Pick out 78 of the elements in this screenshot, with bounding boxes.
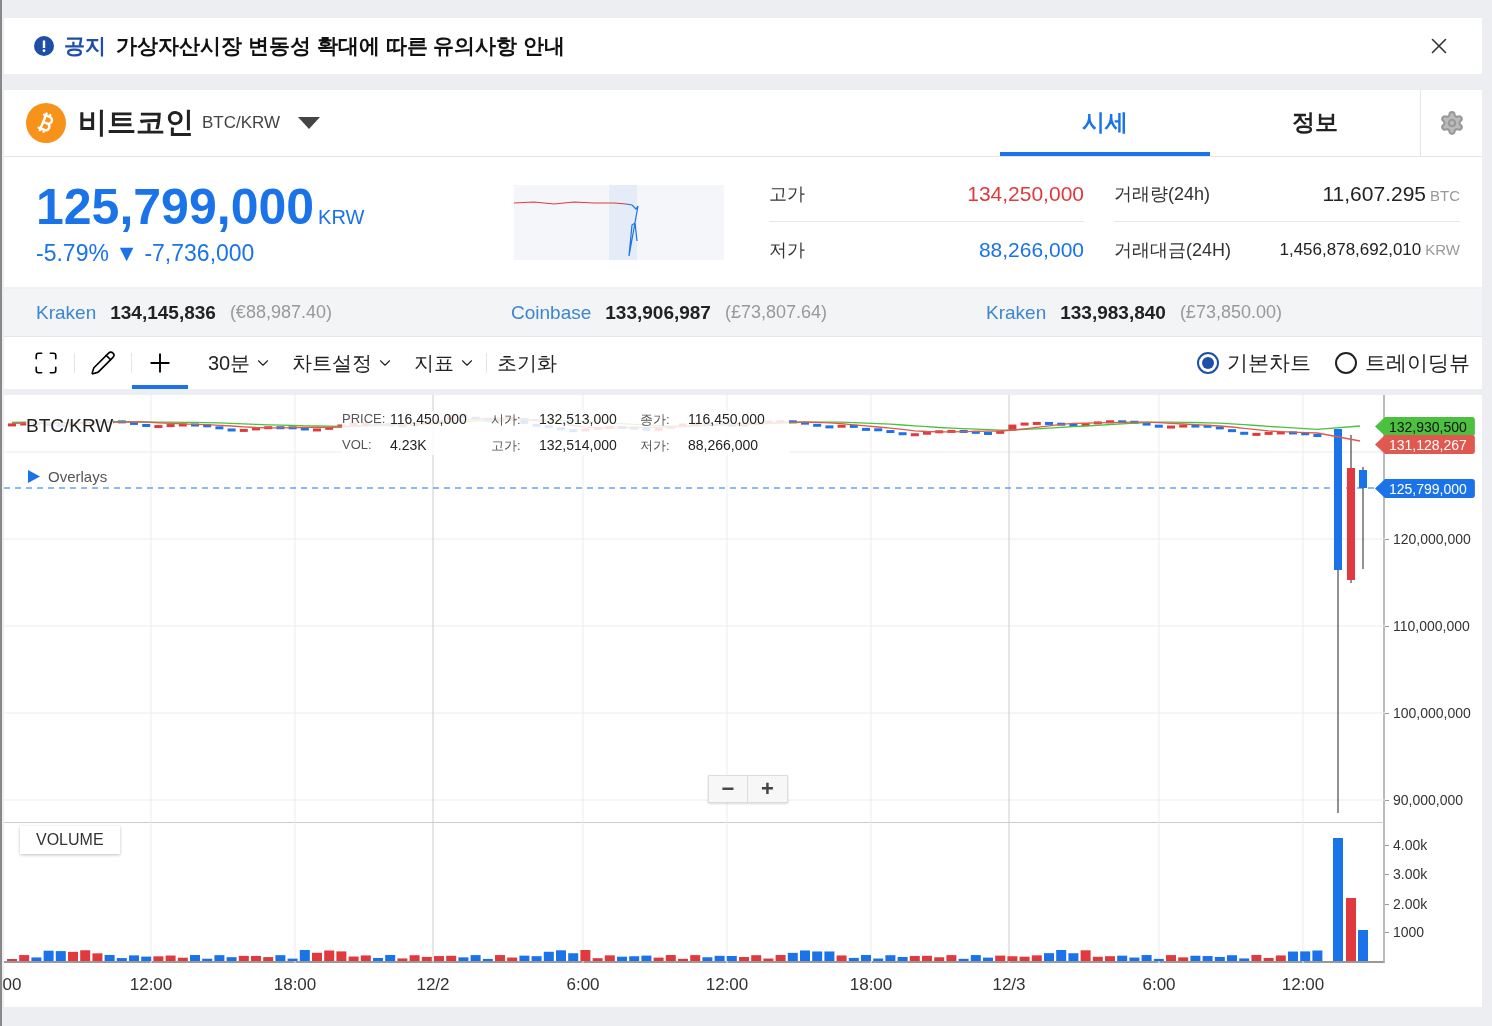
stat-label: 거래량(24h) [1114, 183, 1211, 206]
x-axis-label: 00 [2, 975, 22, 995]
x-axis-label: 6:00 [1142, 975, 1176, 995]
y-axis-label: 1000 [1393, 924, 1425, 940]
info-label: PRICE: [342, 411, 387, 428]
x-axis-label: 18:00 [273, 975, 317, 995]
x-axis-label: 12:00 [129, 975, 173, 995]
stat-unit: KRW [1425, 240, 1460, 258]
info-value: 132,514,000 [539, 437, 618, 455]
info-label: 시가: [491, 411, 522, 429]
x-axis-label: 12/3 [992, 975, 1026, 995]
x-axis-label: 12:00 [1281, 975, 1325, 995]
x-axis-label: 18:00 [849, 975, 893, 995]
exchange-price: 133,983,840 [1060, 301, 1166, 324]
dropdown-button[interactable]: 30분 [198, 337, 283, 389]
exchange-foreign-price: (£73,850.00) [1179, 302, 1282, 323]
view-radio[interactable]: 트레이딩뷰 [1323, 337, 1482, 389]
x-axis-label: 6:00 [566, 975, 600, 995]
zoom-button[interactable]: − [709, 776, 748, 802]
stat-value: 1,456,878,692,010 [1279, 239, 1422, 259]
price-tag: 125,799,000 [1375, 479, 1475, 498]
tab[interactable]: 시세 [1000, 90, 1210, 156]
x-axis-label: 12/2 [416, 975, 450, 995]
price-tag: 132,930,500 [1375, 417, 1475, 436]
radio-icon[interactable] [1197, 352, 1219, 374]
coin-pair: BTC/KRW [202, 113, 281, 133]
info-label: 고가: [491, 437, 522, 455]
y-axis-label: 100,000,000 [1393, 705, 1471, 721]
exchange-price: 134,145,836 [110, 301, 216, 324]
y-axis-label: 3.00k [1393, 866, 1428, 882]
y-axis-label: 4.00k [1393, 837, 1428, 853]
notice-label: 공지 [64, 33, 106, 59]
stat-value: 11,607.295 [1322, 182, 1426, 205]
fullscreen-icon [33, 350, 59, 376]
price-tag: 131,128,267 [1375, 435, 1475, 454]
stat-unit: BTC [1430, 187, 1460, 204]
stat-value: 134,250,000 [967, 182, 1084, 205]
bitcoin-logo-icon [26, 103, 66, 143]
coin-name: 비트코인 [78, 105, 194, 140]
zoom-button[interactable]: + [748, 776, 787, 802]
info-label: 저가: [640, 437, 671, 455]
expand-triangle-icon[interactable] [28, 470, 40, 483]
info-value: 88,266,000 [688, 437, 760, 455]
stat-label: 저가 [769, 238, 805, 262]
pencil-icon [90, 350, 116, 376]
price-unit: KRW [318, 205, 365, 228]
stat-label: 고가 [769, 183, 805, 206]
exchange-foreign-price: (€88,987.40) [229, 302, 332, 323]
current-price: 125,799,000 [36, 178, 315, 235]
info-value: 4.23K [390, 437, 428, 455]
info-value: 116,450,000 [688, 411, 766, 429]
y-axis-label: 2.00k [1393, 896, 1428, 912]
tab[interactable]: 정보 [1210, 90, 1420, 156]
dropdown-button[interactable]: 차트설정 [282, 337, 405, 389]
info-value: 116,450,000 [390, 411, 468, 429]
dropdown-button[interactable]: 지표 [404, 337, 487, 389]
volume-label: VOLUME [20, 826, 120, 854]
info-label: 종가: [640, 411, 671, 429]
info-value: 132,513,000 [539, 411, 618, 429]
y-axis-label: 90,000,000 [1393, 792, 1464, 808]
exchange-foreign-price: (£73,807.64) [724, 302, 828, 323]
radio-icon[interactable] [1335, 352, 1357, 374]
overlays-toggle[interactable]: Overlays [48, 468, 108, 485]
info-label: VOL: [342, 437, 373, 454]
notice-text[interactable]: 가상자산시장 변동성 확대에 따른 유의사항 안내 [116, 32, 1416, 60]
stat-label: 거래대금(24H) [1114, 238, 1231, 262]
x-axis-label: 12:00 [705, 975, 749, 995]
caret-icon[interactable] [298, 117, 321, 129]
exchange-price: 133,906,987 [605, 301, 711, 324]
alert-icon [34, 36, 54, 56]
price-change: -5.79% ▼ -7,736,000 [36, 239, 256, 267]
stat-value: 88,266,000 [978, 237, 1084, 261]
view-radio[interactable]: 기본차트 [1185, 337, 1323, 389]
y-axis-label: 120,000,000 [1393, 531, 1471, 547]
y-axis-label: 110,000,000 [1393, 618, 1470, 634]
reset-button[interactable]: 초기화 [487, 337, 568, 389]
settings-icon [1438, 110, 1465, 136]
exchange-name[interactable]: Coinbase [511, 301, 592, 324]
